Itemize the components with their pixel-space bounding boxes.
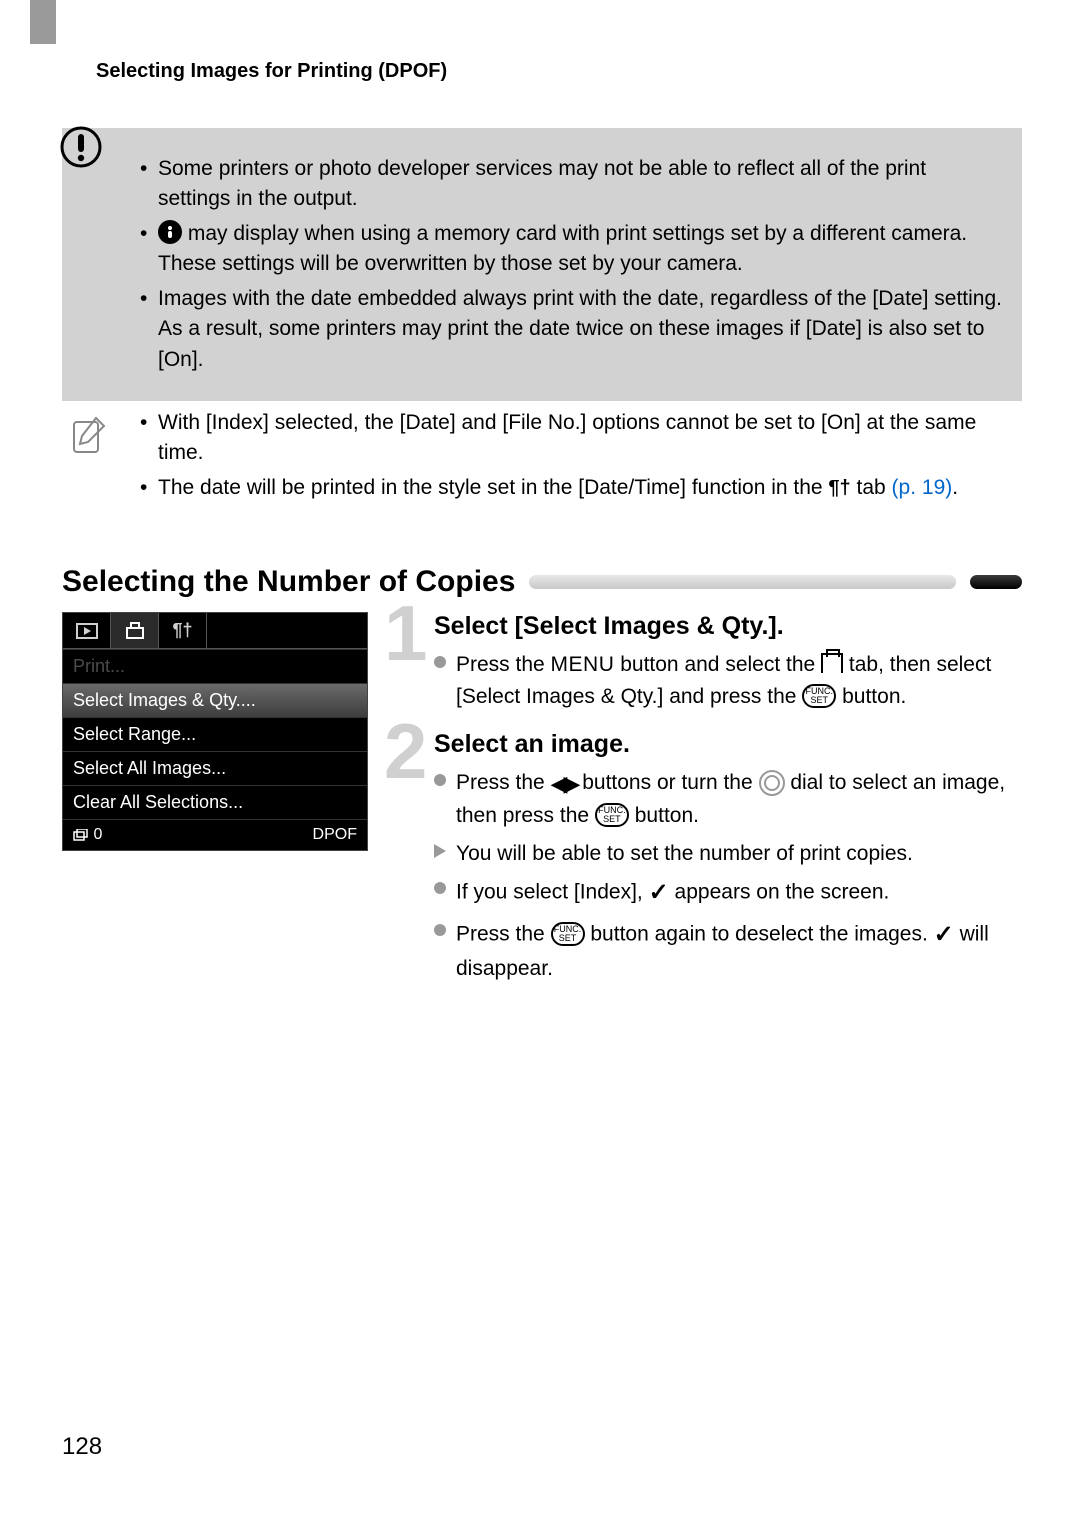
warning-item: Images with the date embedded always pri… (140, 284, 1004, 375)
step-bullet: If you select [Index], ✓ appears on the … (434, 875, 1022, 911)
page-header: Selecting Images for Printing (DPOF) (96, 60, 447, 83)
note-item: With [Index] selected, the [Date] and [F… (140, 408, 1004, 469)
note-text: The date will be printed in the style se… (158, 476, 828, 499)
camera-menu-screenshot: ¶† Print... Select Images & Qty.... Sele… (62, 612, 368, 851)
camera-footer-count: 0 (73, 826, 102, 844)
content-row: ¶† Print... Select Images & Qty.... Sele… (62, 612, 1022, 1003)
step-number: 1 (384, 594, 427, 672)
heading-rule (529, 575, 956, 589)
note-item: The date will be printed in the style se… (140, 473, 1004, 503)
control-dial-icon (759, 770, 785, 796)
step-1: 1 Select [Select Images & Qty.]. Press t… (390, 612, 1022, 712)
camera-tab-setup: ¶† (159, 613, 207, 648)
step-2: 2 Select an image. Press the ◀▶ buttons … (390, 730, 1022, 985)
warning-list: Some printers or photo developer service… (140, 154, 1004, 375)
step-title: Select an image. (434, 730, 1022, 759)
camera-menu-item: Clear All Selections... (63, 785, 367, 819)
camera-tabs: ¶† (63, 613, 367, 649)
warning-item: may display when using a memory card wit… (140, 219, 1004, 280)
tools-tab-icon: ¶† (828, 474, 850, 503)
step-number: 2 (384, 712, 427, 790)
camera-footer: 0 DPOF (63, 819, 367, 850)
camera-menu-item: Select Range... (63, 717, 367, 751)
warning-icon (60, 126, 102, 168)
info-badge-icon (158, 220, 182, 244)
camera-menu-item: Print... (63, 649, 367, 683)
checkmark-icon: ✓ (649, 879, 669, 906)
step-title: Select [Select Images & Qty.]. (434, 612, 1022, 641)
step-bullet: Press the MENU button and select the tab… (434, 649, 1022, 712)
note-text: tab (851, 476, 892, 499)
page-edge-tab (30, 0, 56, 44)
camera-footer-dpof: DPOF (313, 826, 357, 844)
warning-box: Some printers or photo developer service… (62, 128, 1022, 401)
heading-rule-cap (970, 575, 1022, 589)
camera-menu-item: Select All Images... (63, 751, 367, 785)
func-set-button-icon: FUNC.SET (802, 684, 836, 708)
step-body: Press the ◀▶ buttons or turn the dial to… (434, 767, 1022, 985)
step-result: You will be able to set the number of pr… (434, 838, 1022, 870)
checkmark-icon: ✓ (934, 921, 954, 948)
print-tab-icon (821, 653, 843, 673)
note-text: . (952, 476, 958, 499)
warning-item: Some printers or photo developer service… (140, 154, 1004, 215)
camera-menu-item-selected: Select Images & Qty.... (63, 683, 367, 717)
warning-text: may display when using a memory card wit… (158, 222, 967, 275)
camera-tab-print (111, 613, 159, 648)
note-box: With [Index] selected, the [Date] and [F… (62, 398, 1022, 517)
menu-button-label: MENU (551, 653, 615, 676)
page-number: 128 (62, 1433, 102, 1461)
steps-column: 1 Select [Select Images & Qty.]. Press t… (390, 612, 1022, 1003)
camera-tab-playback (63, 613, 111, 648)
func-set-button-icon: FUNC.SET (551, 922, 585, 946)
step-body: Press the MENU button and select the tab… (434, 649, 1022, 712)
func-set-button-icon: FUNC.SET (595, 803, 629, 827)
step-bullet: Press the FUNC.SET button again to desel… (434, 917, 1022, 985)
step-bullet: Press the ◀▶ buttons or turn the dial to… (434, 767, 1022, 832)
pencil-icon (68, 414, 108, 454)
note-list: With [Index] selected, the [Date] and [F… (140, 408, 1004, 503)
section-heading-row: Selecting the Number of Copies (62, 565, 1022, 599)
left-right-arrows-icon: ◀▶ (551, 771, 577, 796)
section-title: Selecting the Number of Copies (62, 565, 515, 599)
page-reference-link[interactable]: (p. 19) (892, 476, 953, 499)
